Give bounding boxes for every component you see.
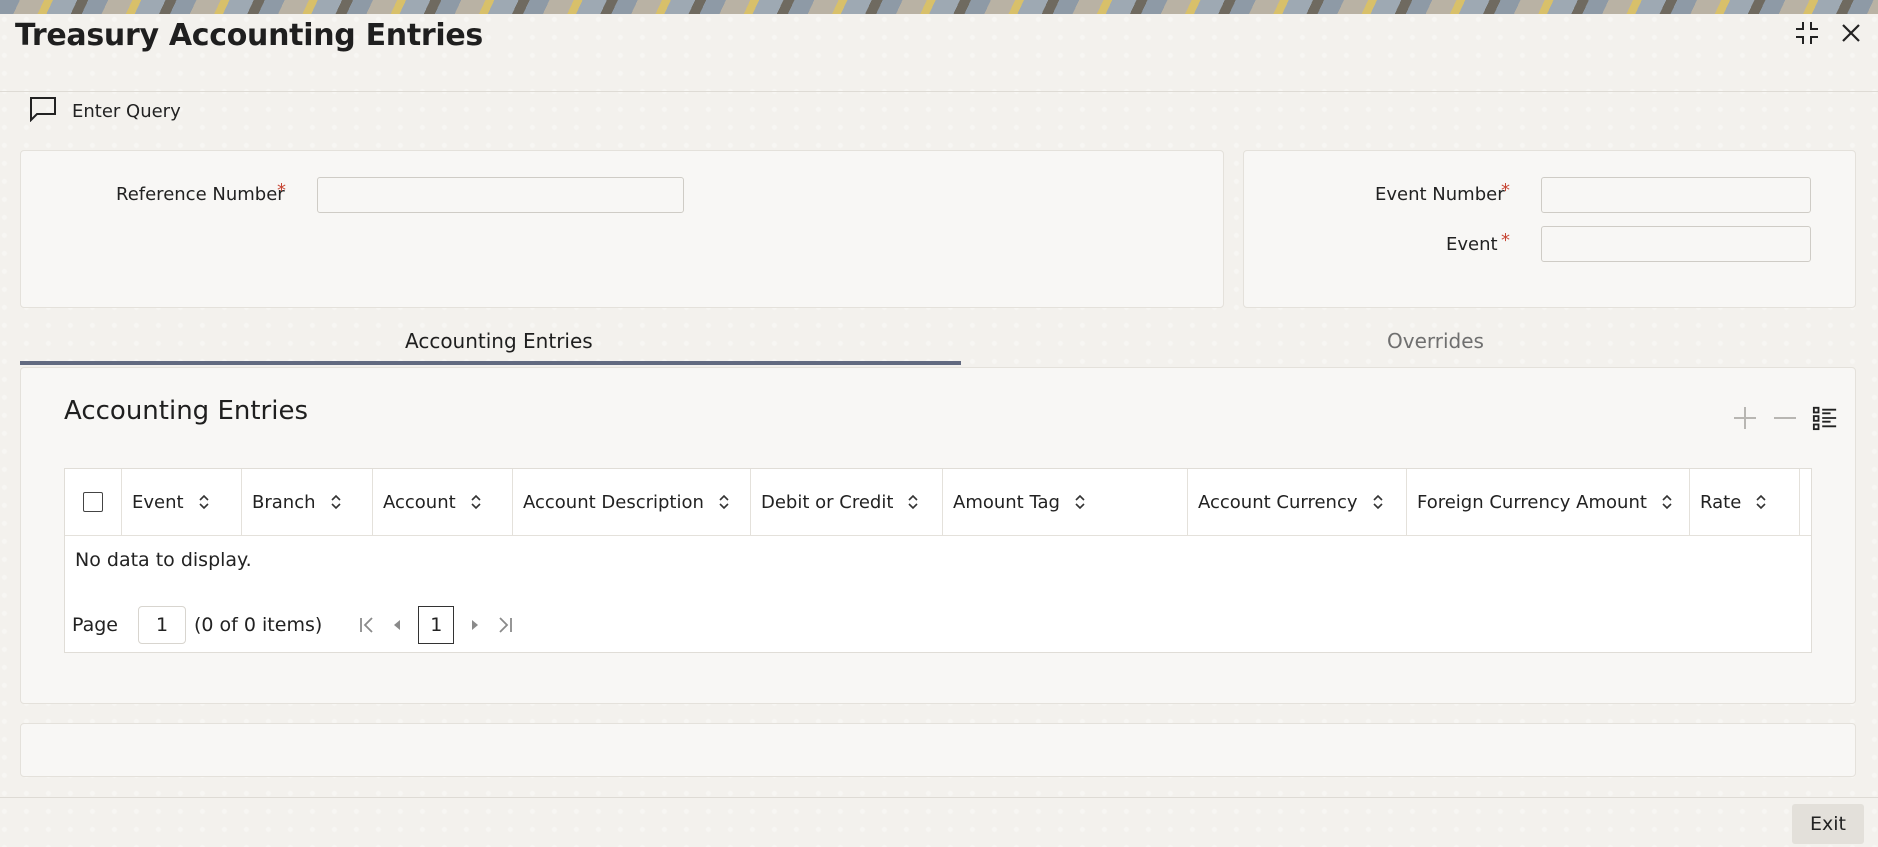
column-header-branch[interactable]: Branch — [242, 469, 373, 535]
next-page-icon[interactable] — [460, 610, 490, 640]
required-marker: * — [277, 180, 286, 201]
column-list-icon[interactable] — [1812, 405, 1838, 431]
column-header-event[interactable]: Event — [122, 469, 242, 535]
enter-query-button[interactable]: Enter Query — [28, 96, 181, 126]
column-header-account-currency[interactable]: Account Currency — [1188, 469, 1407, 535]
delete-row-icon[interactable] — [1772, 405, 1798, 431]
current-page-button[interactable]: 1 — [418, 606, 455, 644]
event-number-label: Event Number — [1375, 184, 1505, 205]
column-header-amount-tag[interactable]: Amount Tag — [943, 469, 1188, 535]
speech-bubble-icon — [28, 96, 58, 126]
active-tab-indicator — [20, 361, 961, 365]
top-decorative-strip — [0, 0, 1878, 14]
reference-number-input[interactable] — [317, 177, 684, 213]
sort-icon[interactable] — [907, 493, 919, 511]
previous-page-icon[interactable] — [382, 610, 412, 640]
select-all-checkbox[interactable] — [83, 492, 103, 512]
pagination-bar: Page 1 (0 of 0 items) 1 — [72, 605, 520, 645]
event-label: Event — [1446, 234, 1498, 255]
close-icon[interactable] — [1838, 20, 1864, 46]
event-number-input[interactable] — [1541, 177, 1811, 213]
window-controls — [1794, 20, 1864, 46]
page-label: Page — [72, 614, 118, 636]
grid-toolbar — [1732, 405, 1838, 431]
column-header-account[interactable]: Account — [373, 469, 513, 535]
add-row-icon[interactable] — [1732, 405, 1758, 431]
sort-icon[interactable] — [1755, 493, 1767, 511]
reference-panel — [20, 150, 1224, 308]
required-marker: * — [1501, 230, 1510, 251]
tab-overrides[interactable]: Overrides — [1387, 329, 1484, 353]
sort-icon[interactable] — [330, 493, 342, 511]
sort-icon[interactable] — [1661, 493, 1673, 511]
sort-icon[interactable] — [1074, 493, 1086, 511]
column-header-foreign-currency-amount[interactable]: Foreign Currency Amount — [1407, 469, 1690, 535]
table-header: Event Branch Account Account Description… — [65, 469, 1811, 536]
empty-table-message: No data to display. — [75, 549, 252, 571]
column-header-rate[interactable]: Rate — [1690, 469, 1800, 535]
sort-icon[interactable] — [718, 493, 730, 511]
sort-icon[interactable] — [470, 493, 482, 511]
section-title: Accounting Entries — [64, 396, 309, 426]
required-marker: * — [1501, 180, 1510, 201]
column-header-debit-or-credit[interactable]: Debit or Credit — [751, 469, 943, 535]
select-all-cell — [65, 469, 122, 535]
footer-info-panel — [20, 723, 1856, 777]
exit-button[interactable]: Exit — [1792, 804, 1864, 844]
sort-icon[interactable] — [1372, 493, 1384, 511]
page-number-input[interactable]: 1 — [138, 606, 186, 644]
title-divider — [0, 91, 1878, 92]
event-input[interactable] — [1541, 226, 1811, 262]
items-summary: (0 of 0 items) — [194, 614, 323, 636]
sort-icon[interactable] — [198, 493, 210, 511]
accounting-entries-table: Event Branch Account Account Description… — [64, 468, 1812, 653]
footer-divider — [0, 797, 1878, 798]
first-page-icon[interactable] — [352, 610, 382, 640]
enter-query-label: Enter Query — [72, 100, 181, 122]
window-title: Treasury Accounting Entries — [15, 18, 483, 53]
reference-number-label: Reference Number — [116, 184, 285, 205]
last-page-icon[interactable] — [490, 610, 520, 640]
collapse-icon[interactable] — [1794, 20, 1820, 46]
tab-accounting-entries[interactable]: Accounting Entries — [405, 329, 593, 353]
column-header-account-description[interactable]: Account Description — [513, 469, 751, 535]
